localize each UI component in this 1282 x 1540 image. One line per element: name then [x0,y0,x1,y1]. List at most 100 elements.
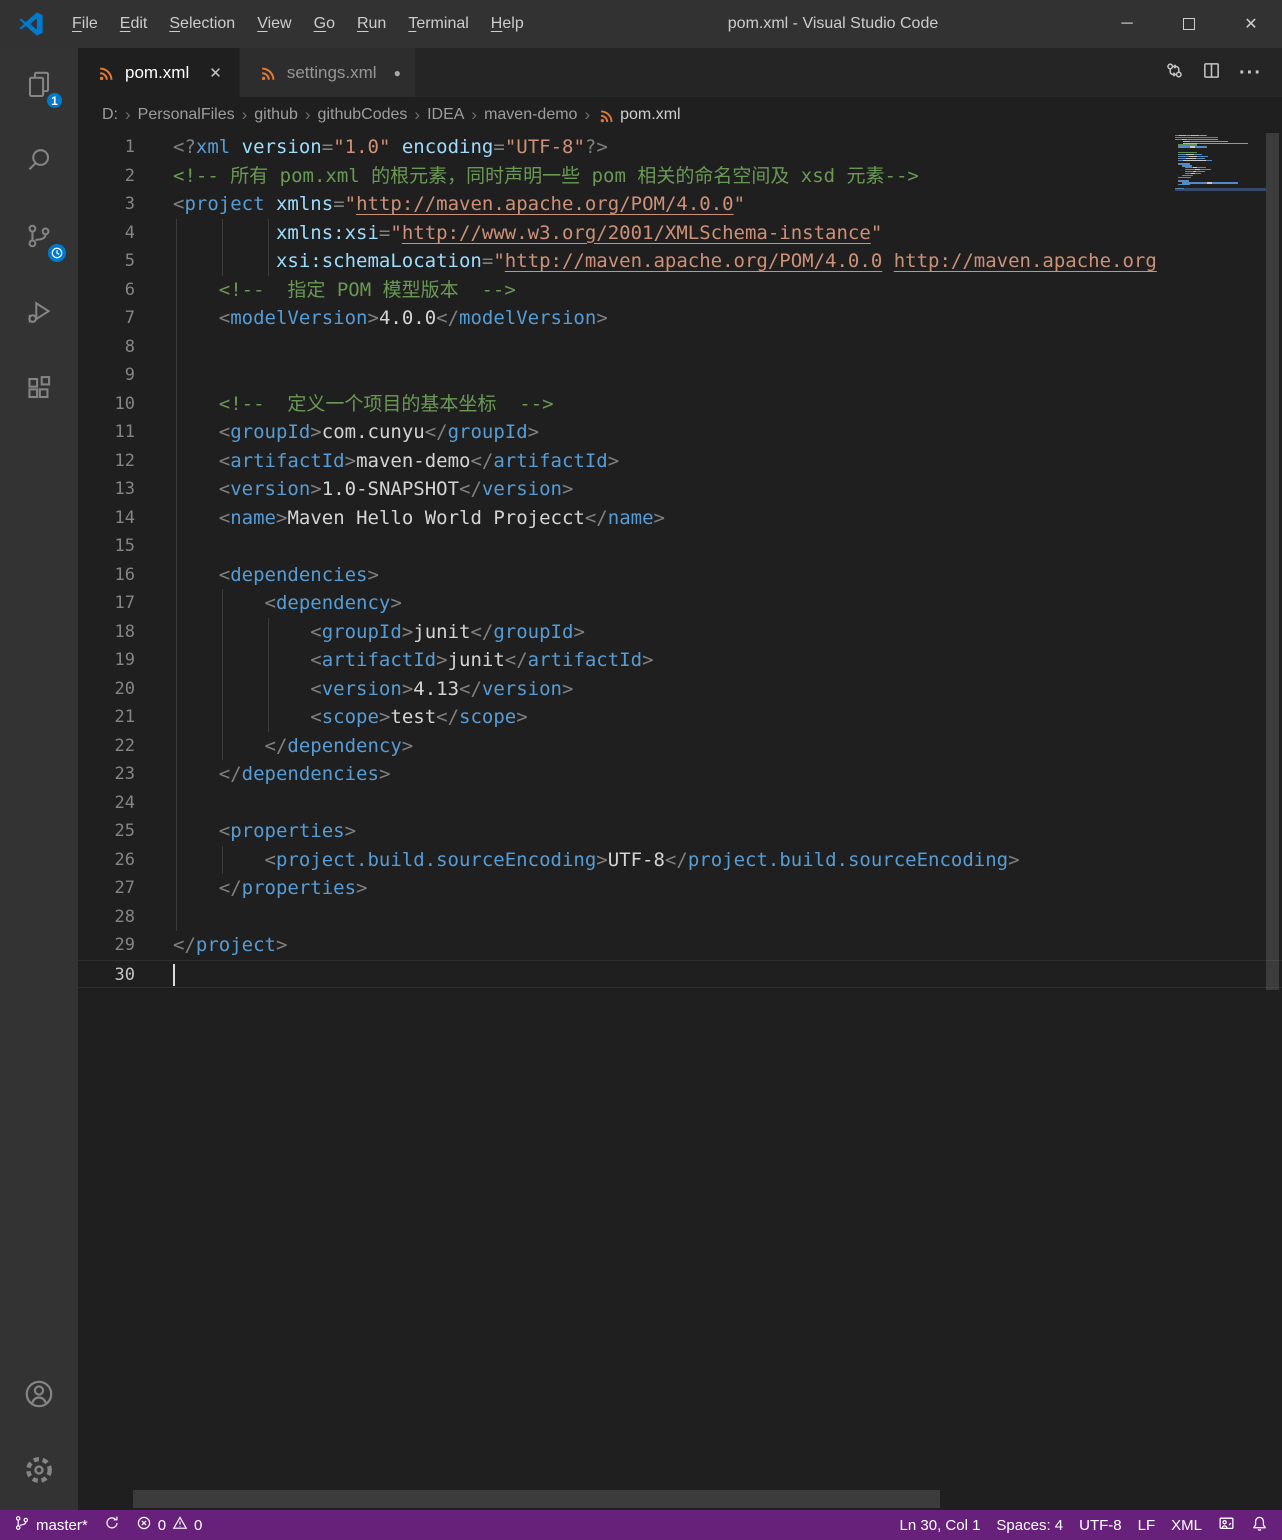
indent-guide [176,589,177,618]
indent-guide [176,247,177,276]
indent-guide [267,247,269,276]
code-text: <groupId>junit</groupId> [173,617,1282,646]
code-text [173,361,1282,390]
minimize-button[interactable]: ─ [1096,0,1158,48]
line-number: 6 [124,279,135,300]
sidebar-item-explorer[interactable]: 1 [0,48,78,124]
status-bar: master* 0 0 Ln 30, Col 1 Spaces: 4 UTF-8… [0,1510,1282,1540]
text-cursor [173,963,175,986]
split-editor-icon[interactable] [1202,61,1221,85]
sync-status[interactable] [96,1510,128,1540]
indent-guide [221,589,223,618]
error-count: 0 [157,1516,167,1534]
xml-file-icon [599,109,614,124]
breadcrumb-item-file[interactable]: pom.xml [616,106,684,124]
line-number: 14 [114,507,135,528]
code-text [173,532,1282,561]
tab-pom-xml[interactable]: pom.xml ✕ [78,48,239,97]
code-line: 21 <scope>test</scope> [78,703,1282,732]
maximize-button[interactable] [1158,0,1220,48]
indent-guide [221,674,223,703]
code-text [173,961,1282,988]
feedback-status[interactable] [1210,1510,1243,1540]
indentation-status[interactable]: Spaces: 4 [988,1510,1071,1540]
indent-guide [176,902,177,931]
breadcrumb-item-github[interactable]: github [250,106,302,124]
chevron-right-icon: › [125,105,131,124]
sidebar-item-extensions[interactable] [0,352,78,428]
language-mode[interactable]: XML [1163,1510,1210,1540]
code-text: <!-- 定义一个项目的基本坐标 --> [173,389,1282,418]
code-editor[interactable]: 1 <?xml version="1.0" encoding="UTF-8"?> 2… [78,133,1282,1510]
line-number: 4 [124,222,135,243]
menu-selection[interactable]: Selection [158,0,246,48]
tab-label: pom.xml [125,62,190,82]
menu-terminal[interactable]: Terminal [397,0,479,48]
more-actions-icon[interactable]: ··· [1239,63,1262,83]
tab-label: settings.xml [286,62,377,82]
code-line: 26 <project.build.sourceEncoding>UTF-8</… [78,845,1282,874]
code-text [173,332,1282,361]
sidebar-item-search[interactable] [0,124,78,200]
search-icon [24,145,54,180]
minimap[interactable] [1175,135,1266,192]
code-line: 9 [78,361,1282,390]
status-right: Ln 30, Col 1 Spaces: 4 UTF-8 LF XML [892,1510,1276,1540]
chevron-right-icon: › [471,105,478,124]
line-number: 3 [124,194,135,214]
line-number: 1 [124,137,135,157]
indent-guide [176,218,177,247]
line-number: 10 [114,393,135,414]
eol-status[interactable]: LF [1130,1510,1164,1540]
close-button[interactable]: ✕ [1220,0,1282,48]
horizontal-scrollbar[interactable] [133,1490,940,1508]
line-number: 8 [124,336,135,357]
problems-status[interactable]: 0 0 [128,1510,211,1540]
sidebar-item-accounts[interactable] [0,1358,78,1434]
xml-file-icon [98,66,114,82]
menu-view[interactable]: View [246,0,302,48]
branch-status[interactable]: master* [6,1510,96,1540]
indent-guide [176,304,177,333]
cursor-position[interactable]: Ln 30, Col 1 [892,1510,989,1540]
bell-icon [1251,1515,1268,1536]
sidebar-item-run-debug[interactable] [0,276,78,352]
menu-go[interactable]: Go [303,0,346,48]
open-changes-icon[interactable] [1165,61,1184,85]
code-text: <version>1.0-SNAPSHOT</version> [173,475,1282,504]
indent-guide [221,845,223,874]
line-number: 23 [114,764,135,784]
line-number: 18 [114,621,135,642]
vscode-logo-icon [17,10,45,38]
breadcrumb-item-idea[interactable]: IDEA [423,106,468,124]
editor-group: pom.xml ✕ settings.xml ● ··· D: › Person… [78,48,1282,1510]
breadcrumb-item-githubcodes[interactable]: githubCodes [314,106,412,124]
line-number: 24 [114,792,135,813]
menu-file[interactable]: File [61,0,109,48]
tab-close-icon[interactable]: ✕ [206,63,225,83]
indent-guide [221,703,223,732]
gear-icon [23,1454,55,1491]
indent-guide [221,247,223,276]
chevron-right-icon: › [584,105,591,124]
modified-dot-icon[interactable]: ● [394,66,401,80]
breadcrumb-item-mavendemo[interactable]: maven-demo [480,106,581,124]
sidebar-item-source-control[interactable] [0,200,78,276]
sidebar-item-settings[interactable] [0,1434,78,1510]
encoding-status[interactable]: UTF-8 [1071,1510,1130,1540]
code-line: 25 <properties> [78,817,1282,846]
code-line: 16 <dependencies> [78,560,1282,589]
breadcrumb-item-d[interactable]: D: [98,106,122,124]
breadcrumb-item-personalfiles[interactable]: PersonalFiles [134,106,239,124]
status-left: master* 0 0 [6,1510,210,1540]
tab-bar: pom.xml ✕ settings.xml ● ··· [78,48,1282,97]
menu-run[interactable]: Run [346,0,397,48]
chevron-right-icon: › [241,105,248,124]
vertical-scrollbar[interactable] [1266,133,1279,990]
tab-settings-xml[interactable]: settings.xml ● [239,48,415,97]
menu-help[interactable]: Help [480,0,535,48]
code-text: xmlns:xsi="http://www.w3.org/2001/XMLSch… [173,218,1282,247]
notifications-status[interactable] [1243,1510,1276,1540]
indent-guide [176,275,177,304]
menu-edit[interactable]: Edit [109,0,159,48]
